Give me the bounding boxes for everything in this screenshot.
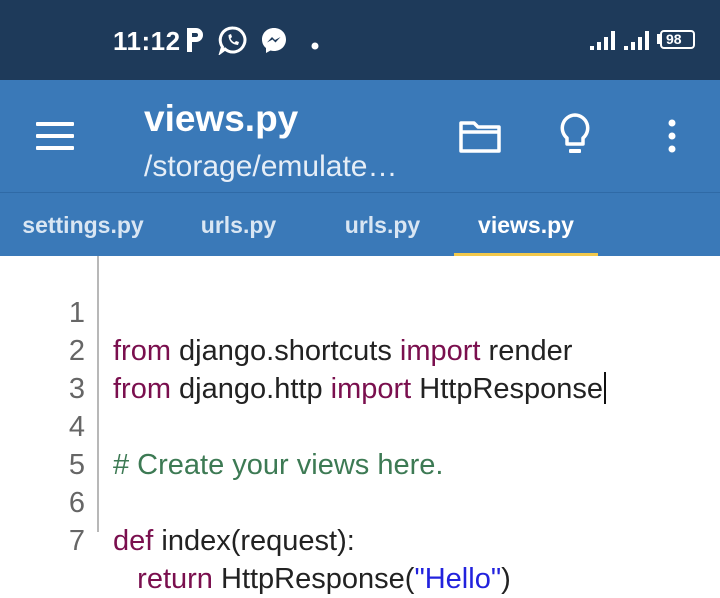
code-editor[interactable]: 1 from django.shortcuts import render 2 … — [0, 256, 720, 598]
folder-icon[interactable] — [458, 118, 502, 159]
file-tabs: settings.py urls.py urls.py views.py — [0, 192, 720, 257]
string-literal: "Hello" — [414, 563, 502, 595]
tab-label: settings.py — [22, 211, 144, 238]
file-path: /storage/emulate… — [144, 150, 398, 183]
keyword: def — [113, 525, 154, 557]
tab-urls-py-2[interactable]: urls.py — [311, 193, 454, 257]
code-line: 5 — [0, 408, 720, 481]
whatsapp-icon — [218, 25, 248, 60]
tab-label: urls.py — [344, 211, 421, 238]
parking-app-icon — [184, 26, 206, 59]
tab-views-py[interactable]: views.py — [454, 193, 598, 257]
app-bar: views.py /storage/emulate… — [0, 80, 720, 192]
lightbulb-icon[interactable] — [556, 112, 594, 163]
signal-icon — [622, 28, 652, 57]
code-token: ) — [501, 563, 511, 595]
battery-icon: 98 — [656, 30, 696, 55]
keyword: return — [137, 563, 213, 595]
tab-urls-py[interactable]: urls.py — [166, 193, 311, 257]
signal-icon — [588, 28, 618, 57]
dot-icon — [311, 37, 319, 55]
more-vert-icon[interactable] — [664, 118, 680, 159]
status-time: 11:12 — [113, 26, 181, 56]
code-text[interactable]: def index(request): — [113, 522, 355, 560]
file-title: views.py — [144, 98, 299, 139]
code-line: 2 from django.http import HttpResponse — [0, 294, 720, 405]
code-text[interactable]: return HttpResponse("Hello") — [113, 560, 511, 598]
code-line: 6 def index(request): — [0, 446, 720, 557]
code-token: index(request): — [153, 525, 355, 557]
code-token: HttpResponse( — [212, 563, 415, 595]
tab-label: views.py — [478, 211, 574, 238]
battery-level: 98 — [666, 31, 682, 47]
status-bar: 11:12 98 — [0, 0, 720, 80]
code-line: 4 # Create your views here. — [0, 370, 720, 481]
messenger-icon — [259, 25, 289, 60]
tab-settings-py[interactable]: settings.py — [0, 193, 166, 257]
menu-icon[interactable] — [36, 122, 76, 150]
code-line: 7 return HttpResponse("Hello") — [0, 484, 720, 595]
line-number: 7 — [68, 525, 85, 557]
tab-label: urls.py — [200, 211, 277, 238]
code-line: 1 from django.shortcuts import render — [0, 256, 720, 367]
code-line: 3 — [0, 332, 720, 405]
